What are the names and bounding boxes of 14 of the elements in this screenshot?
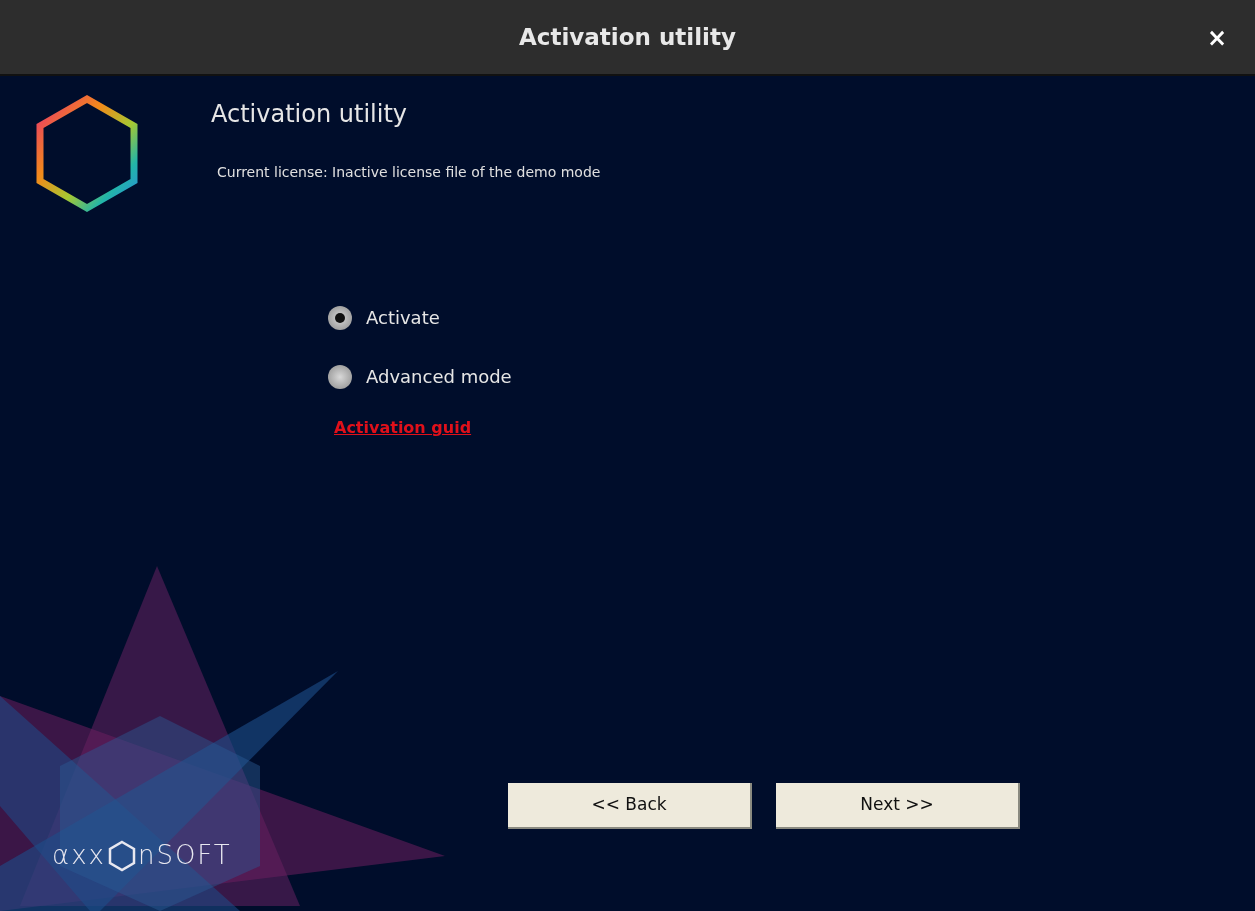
page-title: Activation utility [211,99,409,130]
radio-option[interactable]: Advanced mode [328,363,512,390]
radio-option[interactable]: Activate [328,304,512,331]
window-title: Activation utility [519,22,736,52]
hexagon-icon [107,839,136,872]
radio-button[interactable] [328,305,352,330]
license-text: Current license: Inactive license file of the demo mode [217,163,601,182]
close-button[interactable]: × [1206,26,1227,50]
company-logo: αxx nSOFT [52,838,232,874]
hexagon-logo-icon [34,94,140,214]
activation-guide-link[interactable]: Activation guid [334,416,512,440]
nav-button[interactable]: Next >> [776,783,1020,829]
radio-button[interactable] [328,364,352,389]
nav-button[interactable]: << Back [508,783,752,829]
